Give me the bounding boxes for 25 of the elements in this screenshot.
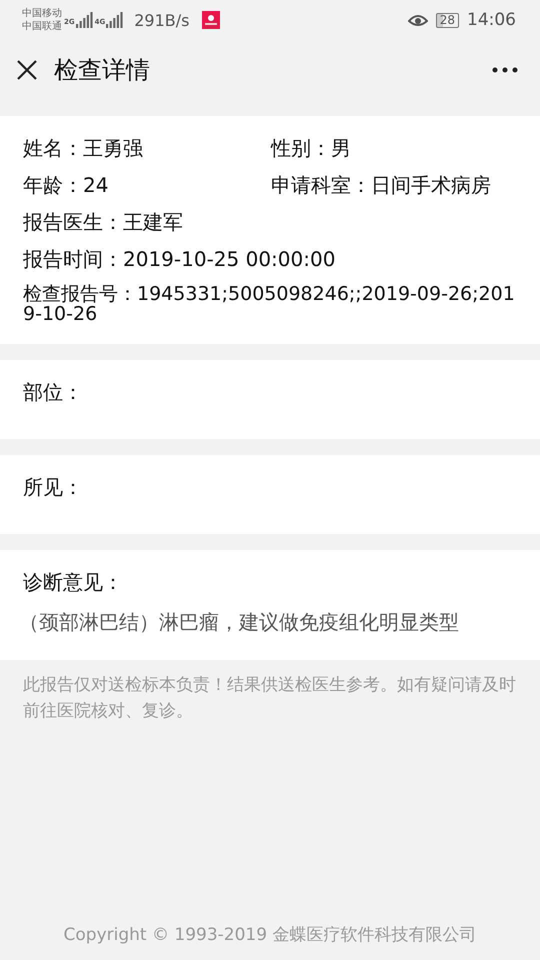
info-field: 检查报告号：1945331;5005098246;;2019-09-26;2019-10-26 <box>23 284 518 324</box>
close-button[interactable] <box>16 59 38 81</box>
diagnosis-text: （颈部淋巴结）淋巴瘤，建议做免疫组化明显类型 <box>19 609 460 636</box>
battery-indicator: 28 <box>436 12 459 28</box>
section-label: 部位： <box>23 379 84 406</box>
info-field: 年龄：24 <box>23 173 271 198</box>
section-label: 所见： <box>23 474 84 501</box>
info-field: 性别：男 <box>271 136 351 161</box>
info-field: 报告时间：2019-10-25 00:00:00 <box>23 247 518 272</box>
page-title: 检查详情 <box>54 55 151 86</box>
info-field: 申请科室：日间手术病房 <box>271 173 491 198</box>
info-field: 报告医生：王建军 <box>23 210 518 235</box>
disclaimer-text: 此报告仅对送检标本负责！结果供送检医生参考。如有疑问请及时前往医院核对、复诊。 <box>23 674 517 723</box>
copyright-text: Copyright © 1993-2019 金蝶医疗软件科技有限公司 <box>64 924 476 946</box>
section-label: 诊断意见： <box>23 569 124 596</box>
more-menu-button[interactable] <box>492 67 518 73</box>
signal-icon <box>106 12 124 28</box>
eye-icon <box>408 13 428 27</box>
app-notification-icon <box>202 11 220 29</box>
info-field: 姓名：王勇强 <box>23 136 271 161</box>
clock: 14:06 <box>467 10 516 30</box>
signal-icon <box>76 12 94 28</box>
network-speed: 291B/s <box>134 10 190 30</box>
carrier-name: 中国联通 <box>22 20 62 33</box>
carrier-name: 中国移动 <box>22 7 62 20</box>
